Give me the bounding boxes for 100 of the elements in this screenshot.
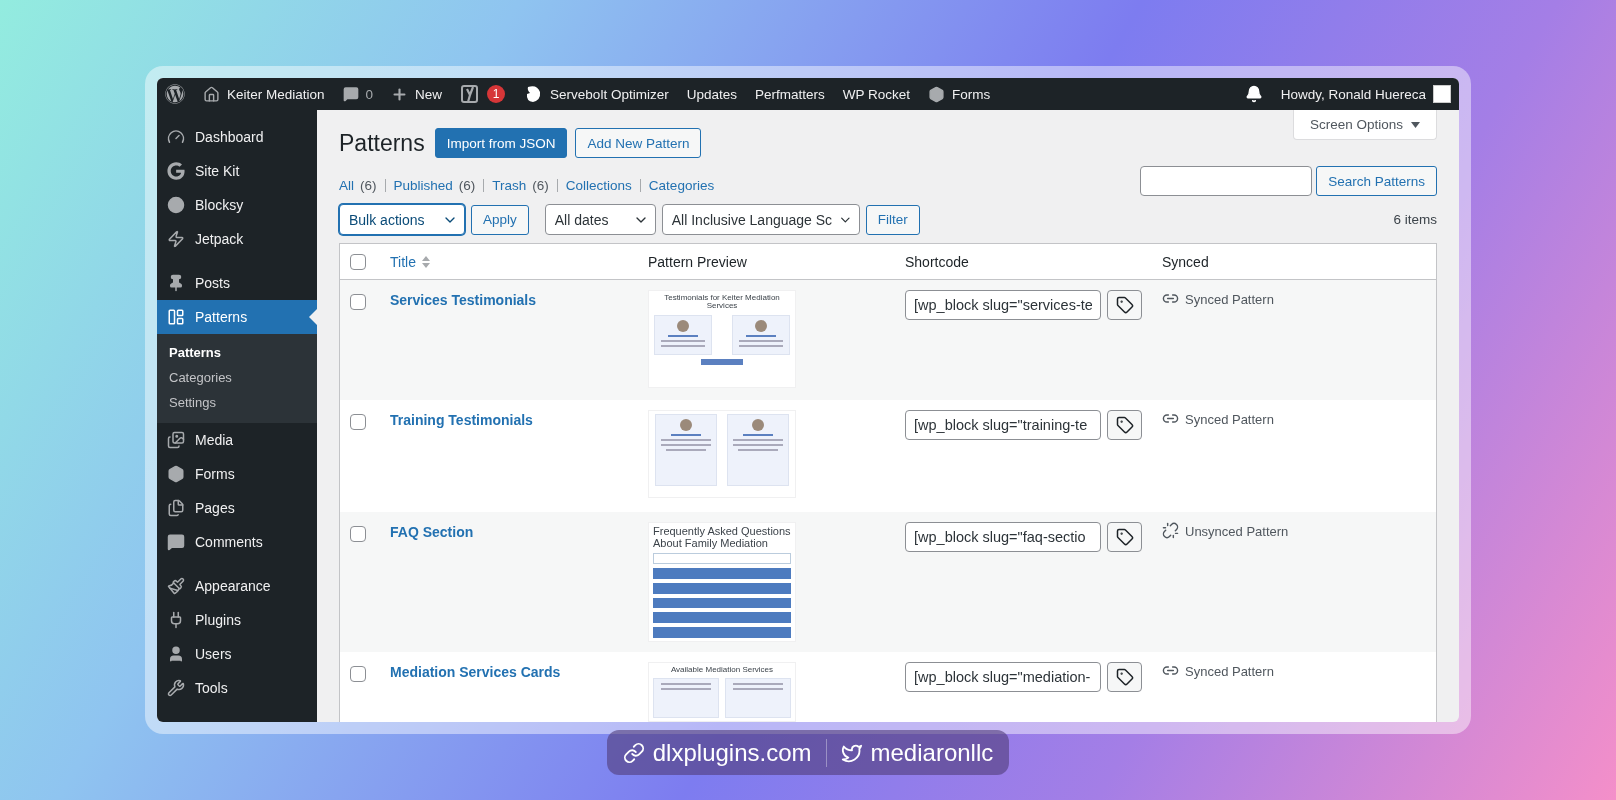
wrench-icon [167,679,185,697]
preview-heading: Frequently Asked Questions About Family Mediation [653,526,791,550]
pattern-title-link[interactable]: FAQ Section [390,524,474,540]
checkbox[interactable] [350,666,366,682]
screen-options-button[interactable]: Screen Options [1292,110,1437,140]
admin-bar-link[interactable]: 0 [365,86,374,102]
search-button[interactable]: Search Patterns [1316,166,1437,196]
sidebar-item[interactable]: Jetpack [157,222,317,256]
comment-icon [167,533,185,551]
view-filter-link[interactable]: Published [393,177,453,193]
add-new-button[interactable]: Add New Pattern [575,128,702,158]
bulk-actions-select[interactable]: Bulk actions [339,204,465,235]
shortcode-field[interactable]: [wp_block slug="faq-sectio [905,522,1101,552]
import-button[interactable]: Import from JSON [434,128,568,158]
social-handle[interactable]: mediaronllc [870,738,994,767]
checkbox[interactable] [350,526,366,542]
column-header: Pattern Preview [648,253,747,270]
images-icon [167,431,185,449]
checkbox[interactable] [350,294,366,310]
submenu-item[interactable]: Patterns [157,340,317,365]
sidebar-item[interactable]: Posts [157,266,317,300]
search-field[interactable] [1140,166,1313,196]
preview-heading: Available Mediation Services [669,666,775,675]
checkbox[interactable] [350,253,366,270]
page-title: Patterns [339,129,425,157]
view-filter-link[interactable]: All [339,177,354,193]
preview-heading: Testimonials for Keiter Mediation Services [663,294,781,311]
pin-icon [167,274,185,292]
circle-icon [167,196,185,214]
notification-badge: 1 [487,85,506,103]
sidebar-item[interactable]: Appearance [157,569,317,603]
tag-icon [1115,416,1134,434]
sidebar-item[interactable]: Site Kit [157,154,317,188]
service-card [725,678,791,719]
shortcode-field[interactable]: [wp_block slug="services-te [905,290,1101,320]
user-icon [167,645,185,663]
sync-status: Synced Pattern [1185,292,1274,307]
sidebar-item[interactable]: Patterns [157,300,317,334]
link-icon [622,741,645,764]
hexagon-icon [928,85,945,103]
language-select[interactable]: All Inclusive Language Sc [661,204,860,235]
sidebar-item[interactable]: Tools [157,671,317,705]
tag-icon [1115,668,1134,686]
shortcode-field[interactable]: [wp_block slug="training-te [905,410,1101,440]
admin-bar-link[interactable]: Keiter Mediation [227,86,325,102]
w-logo-icon[interactable] [165,84,185,104]
copy-shortcode-button[interactable] [1107,290,1142,320]
sidebar-item[interactable]: Blocksy [157,188,317,222]
submenu-item[interactable]: Categories [157,365,317,390]
website-link[interactable]: dlxplugins.com [652,738,812,767]
admin-bar-link[interactable]: Servebolt Optimizer [550,86,669,102]
sidebar-item[interactable]: Users [157,637,317,671]
admin-bar-link[interactable]: New [415,86,443,102]
filter-button[interactable]: Filter [865,204,920,235]
avatar-thumbnail [1433,85,1451,103]
admin-bar-link[interactable]: Perfmatters [754,86,825,102]
tag-icon [1115,296,1134,314]
item-count: 6 items [1393,212,1437,227]
pattern-title-link[interactable]: Training Testimonials [390,412,533,428]
sidebar-item[interactable]: Pages [157,491,317,525]
checkbox[interactable] [350,414,366,430]
sidebar-item[interactable]: Forms [157,457,317,491]
column-header: Synced [1162,253,1209,270]
sync-status: Synced Pattern [1185,412,1274,427]
sidebar-item[interactable]: Media [157,423,317,457]
sync-status: Unsynced Pattern [1185,524,1289,539]
shortcode-field[interactable]: [wp_block slug="mediation- [905,662,1101,692]
view-filter-link[interactable]: Categories [648,177,715,193]
apply-button[interactable]: Apply [471,204,529,235]
sync-status: Synced Pattern [1185,664,1274,679]
sidebar-item[interactable]: Plugins [157,603,317,637]
admin-bar-link[interactable]: WP Rocket [842,86,910,102]
copy-shortcode-button[interactable] [1107,410,1142,440]
copy-shortcode-button[interactable] [1107,522,1142,552]
view-count: (6) [458,177,476,193]
tag-icon [1115,528,1134,546]
home-icon [203,85,220,103]
copy-shortcode-button[interactable] [1107,662,1142,692]
sidebar-item[interactable]: Comments [157,525,317,559]
view-filter-link[interactable]: Trash [492,177,527,193]
service-card [653,678,719,719]
column-header: Shortcode [905,253,969,270]
sidebar-item[interactable]: Dashboard [157,120,317,154]
admin-bar-link[interactable]: Updates [686,86,737,102]
column-header[interactable]: Title [390,253,416,270]
paintbrush-icon [167,577,185,595]
testimonial-card [655,414,717,486]
view-filter-link[interactable]: Collections [565,177,632,193]
admin-bar-link[interactable]: Forms [952,86,991,102]
button-bar [701,358,743,365]
grid-icon [167,308,185,326]
triangle-down-icon [1411,121,1420,128]
testimonial-card [732,314,790,355]
account-greeting[interactable]: Howdy, Ronald Huereca [1280,86,1426,102]
date-select[interactable]: All dates [544,204,656,235]
submenu-item[interactable]: Settings [157,390,317,415]
pattern-title-link[interactable]: Services Testimonials [390,292,537,308]
y-logo-icon[interactable] [460,84,481,104]
pattern-title-link[interactable]: Mediation Services Cards [390,664,561,680]
notification-icon[interactable] [1244,85,1263,103]
